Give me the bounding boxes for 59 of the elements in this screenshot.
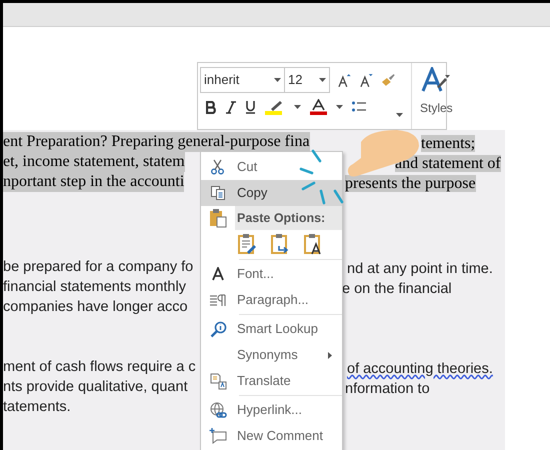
font-color-icon[interactable] bbox=[310, 99, 327, 115]
menu-item[interactable]: New Comment bbox=[201, 423, 342, 449]
font-size-field[interactable]: 12 bbox=[285, 67, 330, 93]
body-text: nts provide qualitative, quant bbox=[3, 378, 188, 397]
paste-keep-format-icon[interactable] bbox=[237, 233, 257, 255]
body-text: tements; bbox=[421, 135, 476, 152]
body-text: nformation to bbox=[345, 381, 430, 397]
menu-item[interactable]: Translate bbox=[201, 368, 342, 394]
menu-item[interactable]: Copy bbox=[201, 180, 342, 206]
styles-icon bbox=[421, 67, 452, 93]
menu-item[interactable]: Smart Lookup bbox=[201, 316, 342, 342]
body-text: companies have longer acco bbox=[3, 298, 188, 317]
body-text: ment of cash flows require a c bbox=[3, 358, 196, 377]
font-name-field[interactable]: inherit bbox=[200, 67, 286, 93]
magnifier-icon bbox=[210, 320, 226, 338]
menu-item[interactable]: Font... bbox=[201, 261, 342, 287]
comment-icon bbox=[209, 428, 227, 444]
styles-button[interactable]: Styles bbox=[411, 63, 453, 129]
dropdown-icon bbox=[274, 78, 282, 82]
body-text: presents the purpose bbox=[345, 175, 476, 192]
bold-icon[interactable] bbox=[206, 100, 217, 114]
body-text: be prepared for a company fo bbox=[3, 258, 194, 277]
menu-item[interactable]: Hyperlink... bbox=[201, 397, 342, 423]
translate-icon bbox=[210, 372, 226, 390]
highlighter-icon[interactable] bbox=[265, 99, 285, 115]
bullets-icon[interactable] bbox=[352, 101, 366, 113]
submenu-arrow-icon bbox=[328, 352, 332, 358]
menu-item[interactable]: Cut bbox=[201, 154, 342, 180]
brush-icon[interactable] bbox=[381, 73, 396, 87]
dropdown-icon[interactable] bbox=[336, 105, 343, 109]
dropdown-icon[interactable] bbox=[396, 113, 403, 117]
dropdown-icon[interactable] bbox=[294, 105, 301, 109]
body-text: of accounting theories. bbox=[347, 361, 493, 377]
italic-icon[interactable] bbox=[226, 100, 236, 114]
font-size-value: 12 bbox=[288, 71, 302, 90]
grow-font-icon[interactable] bbox=[338, 73, 352, 87]
body-text: ent Preparation? Preparing general-purpose fina bbox=[3, 132, 310, 152]
body-text: financial statements monthly bbox=[3, 278, 186, 297]
body-text: tatements. bbox=[3, 398, 71, 417]
body-text: e on the financial bbox=[342, 281, 452, 297]
underline-icon[interactable] bbox=[245, 100, 256, 114]
body-text: nd at any point in time. bbox=[347, 261, 493, 277]
menu-item[interactable]: Synonyms bbox=[201, 342, 342, 368]
menu-item[interactable]: Paragraph... bbox=[201, 287, 342, 313]
menu-section-header: Paste Options: bbox=[235, 206, 342, 230]
globe-link-icon bbox=[210, 402, 226, 418]
tap-marks-drawing bbox=[299, 149, 345, 205]
copy-icon bbox=[210, 185, 226, 201]
paste-merge-icon[interactable] bbox=[270, 233, 290, 255]
shrink-font-icon[interactable] bbox=[360, 73, 374, 87]
dropdown-icon bbox=[319, 78, 326, 82]
paragraph-icon bbox=[209, 293, 227, 307]
body-text: nportant step in the accounti bbox=[3, 172, 184, 192]
clipboard-icon bbox=[209, 208, 227, 228]
letter-icon bbox=[211, 267, 225, 281]
paste-text-only-icon[interactable] bbox=[303, 233, 323, 255]
font-name-value: inherit bbox=[204, 71, 240, 90]
body-text: et, income statement, statem bbox=[3, 152, 185, 172]
scissors-icon bbox=[210, 159, 226, 175]
